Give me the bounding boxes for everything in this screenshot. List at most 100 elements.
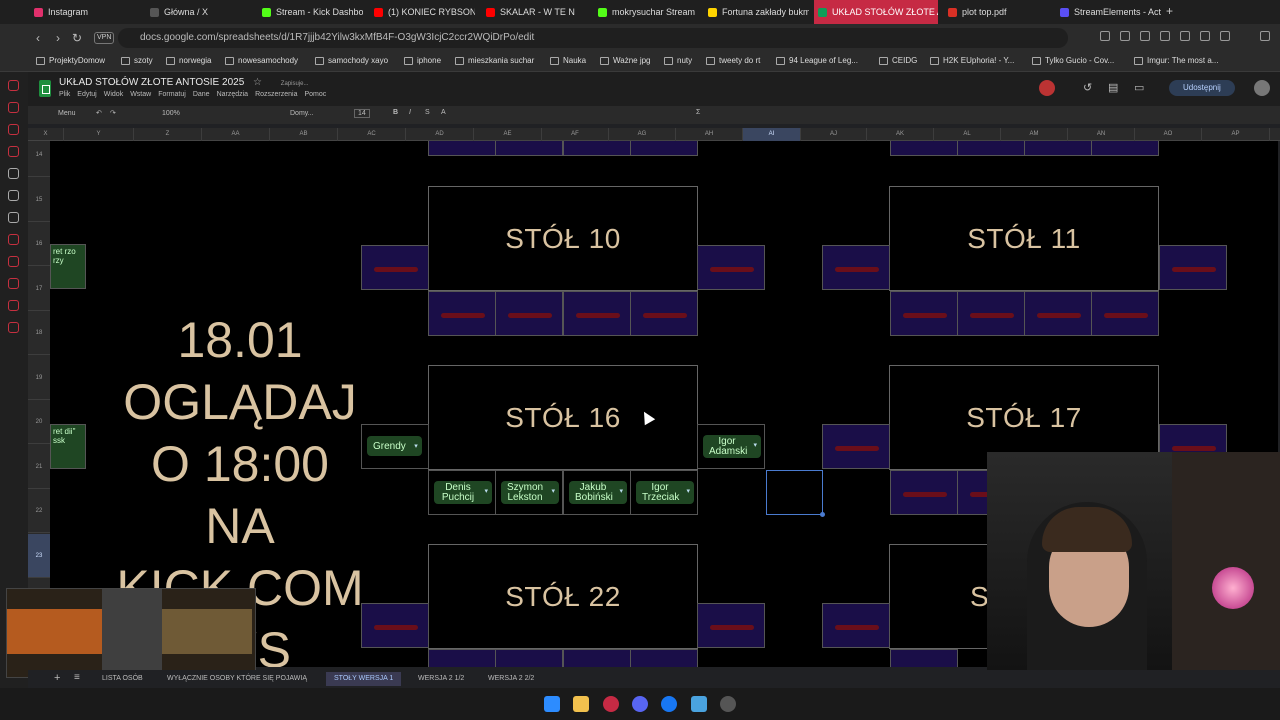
seat-cell[interactable]	[697, 603, 765, 648]
column-header[interactable]: AP	[1202, 128, 1270, 141]
sidebar-icon[interactable]	[8, 146, 19, 157]
bookmark[interactable]: 94 League of Leg...	[776, 56, 858, 65]
document-title[interactable]: UKŁAD STOŁÓW ZŁOTE ANTOSIE 2025 ☆ Zapisu…	[59, 77, 308, 88]
bookmark[interactable]: iphone	[404, 56, 441, 65]
tab-sheets-active[interactable]: UKŁAD STOŁÓW ZŁOTE A	[814, 0, 938, 24]
redo-icon[interactable]: ↷	[110, 109, 116, 117]
extension-icon[interactable]	[1100, 31, 1110, 41]
tab-youtube-rybson[interactable]: (1) KONIEC RYBSONA	[370, 0, 475, 24]
menu-icon[interactable]	[1260, 31, 1270, 41]
column-header[interactable]: AL	[934, 128, 1001, 141]
extension-icon[interactable]	[1220, 31, 1230, 41]
forward-icon[interactable]: ›	[56, 30, 60, 46]
seat-cell[interactable]	[1159, 245, 1227, 290]
tab-kick-stream[interactable]: mokrysuchar Stream	[594, 0, 699, 24]
table-11[interactable]: STÓŁ 11	[889, 186, 1159, 291]
menu-item[interactable]: Edytuj	[77, 91, 96, 98]
sheet-tab[interactable]: WYŁĄCZNIE OSOBY KTÓRE SIĘ POJAWIĄ	[159, 672, 315, 686]
person-chip-grendy[interactable]: Grendy	[367, 436, 422, 456]
sidebar-icon[interactable]	[8, 256, 19, 267]
strikethrough-icon[interactable]: S	[425, 109, 430, 116]
vpn-badge[interactable]: VPN	[94, 32, 115, 44]
seat-cell[interactable]	[563, 649, 631, 667]
left-partial-chip[interactable]: ret dii" ssk	[50, 424, 86, 469]
seat-cell[interactable]	[890, 649, 958, 667]
seat-cell[interactable]	[822, 245, 890, 290]
column-header[interactable]: AD	[406, 128, 474, 141]
windows-start-icon[interactable]	[544, 696, 560, 712]
history-icon[interactable]: ↺	[1083, 81, 1092, 94]
seat-cell[interactable]	[1091, 141, 1159, 156]
seat-cell-assigned[interactable]: Jakub Bobiński	[563, 470, 631, 515]
seat-cell-assigned[interactable]: Igor Adamski	[697, 424, 765, 469]
sidebar-icon[interactable]	[8, 212, 19, 223]
seat-cell-assigned[interactable]: Szymon Lekston	[495, 470, 563, 515]
bookmark[interactable]: Ważne jpg	[600, 56, 651, 65]
sidebar-icon[interactable]	[8, 300, 19, 311]
menu-item[interactable]: Narzędzia	[217, 91, 249, 98]
sidebar-icon[interactable]	[8, 80, 19, 91]
share-button[interactable]: Udostępnij	[1169, 80, 1235, 96]
sidebar-icon[interactable]	[8, 124, 19, 135]
seat-cell[interactable]	[1024, 291, 1092, 336]
column-header[interactable]: AM	[1001, 128, 1068, 141]
extension-icon[interactable]	[1200, 31, 1210, 41]
person-chip-jakub-bobinski[interactable]: Jakub Bobiński	[569, 481, 627, 504]
functions-icon[interactable]: Σ	[696, 109, 700, 116]
bookmark[interactable]: Tylko Gucio - Cov...	[1032, 56, 1114, 65]
notepad-icon[interactable]	[691, 696, 707, 712]
column-header[interactable]: AH	[676, 128, 743, 141]
column-header[interactable]: AN	[1068, 128, 1135, 141]
left-partial-chip[interactable]: ret rzo rzy	[50, 244, 86, 289]
seat-cell[interactable]	[890, 291, 958, 336]
sidebar-icon[interactable]	[8, 278, 19, 289]
seat-cell[interactable]	[630, 141, 698, 156]
bookmark[interactable]: Nauka	[550, 56, 586, 65]
person-chip-igor-trzeciak[interactable]: Igor Trzeciak	[636, 481, 694, 504]
seat-cell[interactable]	[1091, 291, 1159, 336]
column-header[interactable]: AI	[743, 128, 801, 141]
bookmark[interactable]: mieszkania suchar	[455, 56, 534, 65]
person-chip-szymon-lekston[interactable]: Szymon Lekston	[501, 481, 559, 504]
column-header[interactable]: AC	[338, 128, 406, 141]
avatar[interactable]	[1039, 80, 1055, 96]
italic-icon[interactable]: I	[409, 109, 411, 116]
new-tab-button[interactable]: +	[1166, 4, 1173, 18]
file-explorer-icon[interactable]	[573, 696, 589, 712]
sidebar-icon[interactable]	[8, 190, 19, 201]
seat-cell[interactable]	[957, 291, 1025, 336]
sheet-tab[interactable]: LISTA OSÓB	[94, 672, 151, 686]
seat-cell[interactable]	[361, 603, 429, 648]
all-sheets-icon[interactable]: ≡	[74, 672, 80, 683]
sheet-tab-active[interactable]: STOŁY WERSJA 1	[326, 672, 402, 686]
seat-cell-assigned[interactable]: Denis Puchcij	[428, 470, 496, 515]
row-header[interactable]: 19	[28, 356, 50, 400]
sidebar-icon[interactable]	[8, 102, 19, 113]
seat-cell[interactable]	[630, 291, 698, 336]
url-field[interactable]: docs.google.com/spreadsheets/d/1R7jjjb42…	[118, 28, 1068, 48]
menu-item[interactable]: Wstaw	[130, 91, 151, 98]
seat-cell[interactable]	[428, 291, 496, 336]
zoom-select[interactable]: 100%	[162, 110, 180, 117]
row-header[interactable]: 22	[28, 489, 50, 533]
row-header[interactable]: 20	[28, 400, 50, 444]
column-header[interactable]: AG	[609, 128, 676, 141]
tab-kick-dashboard[interactable]: Stream - Kick Dashbo	[258, 0, 363, 24]
bookmark[interactable]: nowesamochody	[225, 56, 298, 65]
person-chip-igor-adamski[interactable]: Igor Adamski	[703, 435, 761, 458]
bookmark[interactable]: CEIDG	[879, 56, 917, 65]
menu-item[interactable]: Formatuj	[158, 91, 186, 98]
comments-icon[interactable]: ▤	[1108, 81, 1118, 94]
tab-instagram[interactable]: Instagram	[30, 0, 140, 24]
back-icon[interactable]: ‹	[36, 30, 40, 46]
menu-item[interactable]: Pomoc	[305, 91, 327, 98]
extension-icon[interactable]	[1120, 31, 1130, 41]
column-header[interactable]: AE	[474, 128, 542, 141]
reload-icon[interactable]: ↻	[72, 30, 82, 46]
column-header[interactable]: AA	[202, 128, 270, 141]
menu-item[interactable]: Rozszerzenia	[255, 91, 297, 98]
search-menu[interactable]: Menu	[58, 110, 76, 117]
table-16[interactable]: STÓŁ 16	[428, 365, 698, 470]
seat-cell[interactable]	[495, 291, 563, 336]
menu-item[interactable]: Plik	[59, 91, 70, 98]
